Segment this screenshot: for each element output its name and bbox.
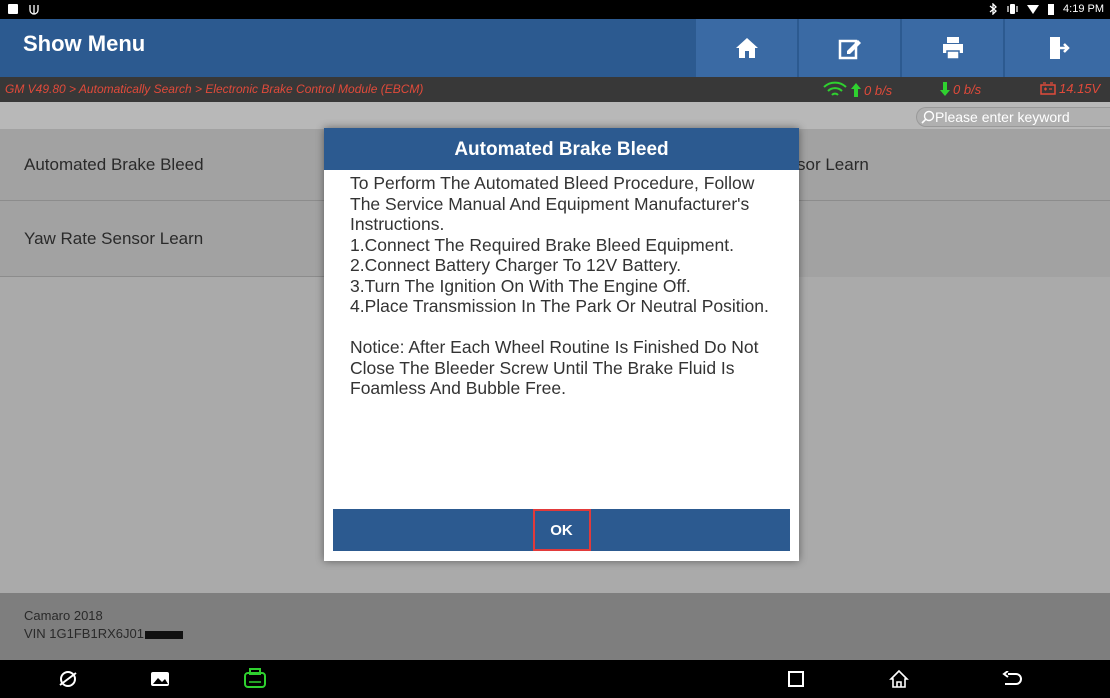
page-title: Show Menu	[23, 31, 146, 56]
search-icon	[921, 110, 935, 124]
app-header: Show Menu	[0, 19, 1110, 77]
vin-redaction	[144, 630, 183, 639]
car-battery-icon	[1040, 82, 1056, 95]
upload-arrow-icon	[851, 83, 861, 97]
download-rate-value: 0 b/s	[953, 81, 982, 97]
exit-button[interactable]	[1005, 19, 1110, 77]
download-arrow-icon	[940, 82, 950, 96]
search-input[interactable]: Please enter keyword	[916, 107, 1110, 127]
vin-row: VIN 1G1FB1RX6J01	[24, 625, 1110, 643]
vehicle-info: Camaro 2018 VIN 1G1FB1RX6J01	[0, 593, 1110, 660]
ok-button[interactable]: OK	[333, 509, 790, 551]
vibrate-icon	[1007, 4, 1018, 14]
wifi-status-icon	[1027, 4, 1040, 14]
vci-icon[interactable]	[243, 667, 267, 691]
browser-icon[interactable]	[56, 667, 80, 691]
voltage-value: 14.15V	[1059, 81, 1101, 96]
search-placeholder: Please enter keyword	[935, 109, 1070, 125]
home-button[interactable]	[696, 19, 797, 77]
clock: 4:19 PM	[1063, 3, 1104, 15]
search-bar: Please enter keyword	[0, 102, 1110, 129]
exit-icon	[1049, 37, 1070, 59]
menu-item-label: sor Learn	[797, 154, 869, 174]
automated-brake-bleed-dialog: Automated Brake Bleed To Perform The Aut…	[324, 128, 799, 561]
recents-icon[interactable]	[784, 667, 808, 691]
vehicle-model: Camaro 2018	[24, 608, 103, 623]
edit-button[interactable]	[799, 19, 900, 77]
image-notification-icon	[8, 4, 18, 14]
android-nav-bar	[0, 660, 1110, 698]
ok-button-label: OK	[532, 509, 591, 551]
home-icon	[735, 38, 758, 58]
print-button[interactable]	[902, 19, 1003, 77]
menu-item-label: Automated Brake Bleed	[24, 154, 204, 174]
breadcrumb-path: GM V49.80 > Automatically Search > Elect…	[5, 82, 424, 96]
dialog-title: Automated Brake Bleed	[324, 128, 799, 170]
gallery-icon[interactable]	[148, 667, 172, 691]
edit-icon	[838, 39, 861, 60]
breadcrumb: GM V49.80 > Automatically Search > Elect…	[0, 77, 1110, 102]
usb-notification-icon	[29, 5, 39, 15]
back-icon[interactable]	[1000, 667, 1024, 691]
download-rate: 0 b/s	[940, 81, 981, 97]
print-icon	[942, 37, 963, 60]
menu-item-label: Yaw Rate Sensor Learn	[24, 228, 204, 248]
wifi-signal-icon	[823, 81, 847, 96]
dialog-message: To Perform The Automated Bleed Procedure…	[350, 173, 769, 398]
home-nav-icon[interactable]	[887, 667, 911, 691]
battery-voltage: 14.15V	[1040, 81, 1100, 96]
upload-rate: 0 b/s	[822, 81, 892, 99]
bluetooth-icon	[989, 3, 997, 15]
vin-number: VIN 1G1FB1RX6J01	[24, 626, 144, 641]
battery-icon	[1048, 4, 1055, 15]
upload-rate-value: 0 b/s	[864, 82, 893, 98]
status-bar: 4:19 PM	[0, 0, 1110, 19]
